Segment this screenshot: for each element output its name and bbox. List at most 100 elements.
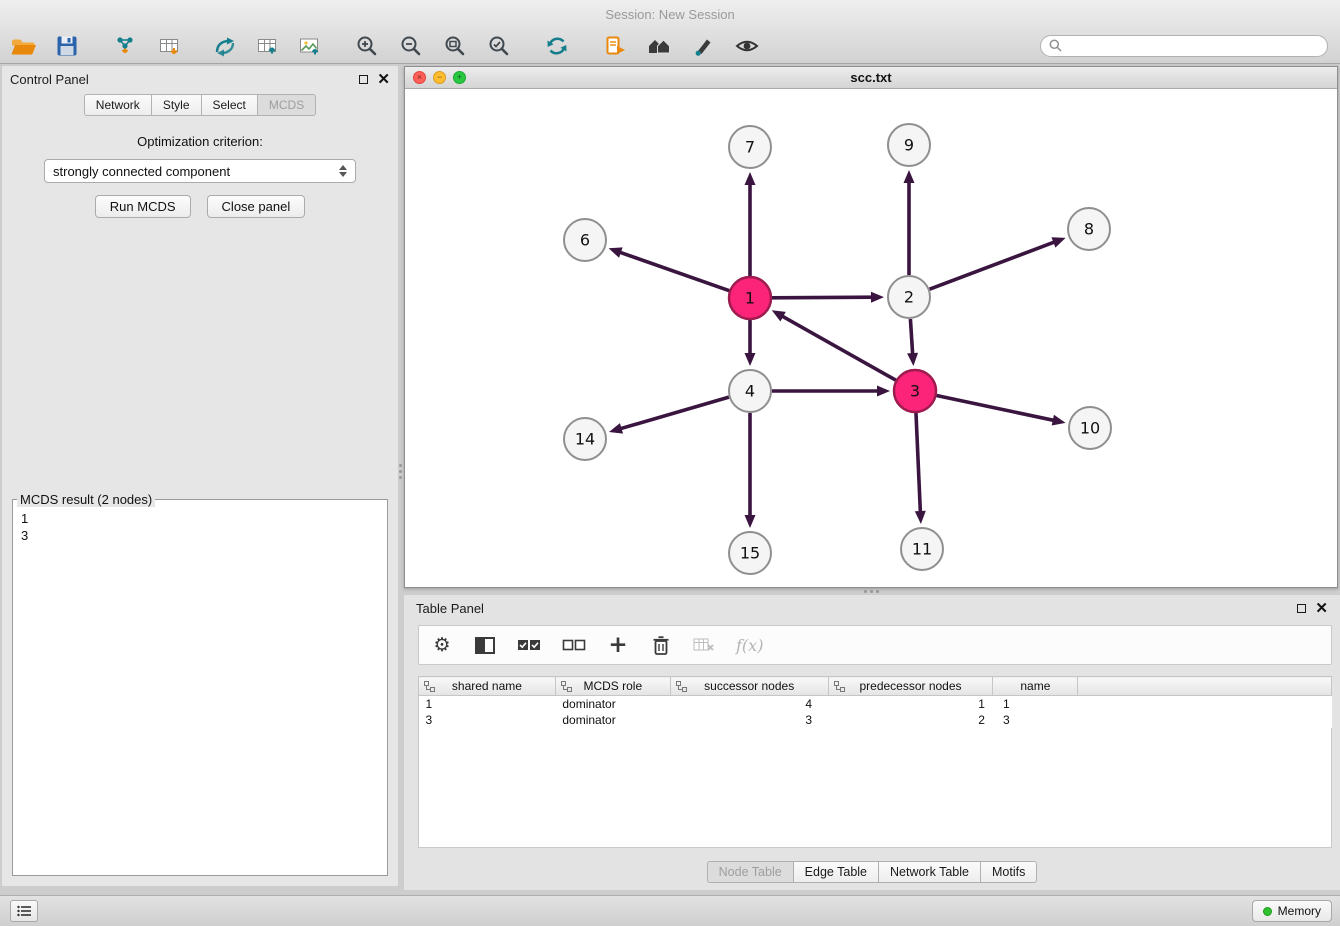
- network-graph[interactable]: 7968124314101511: [405, 89, 1337, 587]
- zoom-selected-icon[interactable]: [484, 31, 514, 61]
- panel-list-button[interactable]: [10, 900, 38, 922]
- table-row[interactable]: 1 dominator 4 1 1: [419, 696, 1332, 712]
- column-type-icon: [676, 681, 687, 695]
- graph-edge-arrow-icon: [745, 353, 756, 366]
- network-canvas[interactable]: 7968124314101511: [405, 89, 1337, 587]
- graph-edge-3-10[interactable]: [937, 396, 1055, 421]
- criterion-dropdown[interactable]: strongly connected component: [44, 159, 356, 183]
- close-panel-icon[interactable]: ✕: [377, 72, 390, 87]
- mcds-result-title: MCDS result (2 nodes): [17, 492, 155, 507]
- horizontal-splitter[interactable]: [404, 588, 1340, 595]
- graph-edge-arrow-icon: [609, 247, 623, 257]
- save-session-icon[interactable]: [52, 31, 82, 61]
- table-toolbar: ⚙ + f(x): [418, 625, 1332, 665]
- search-box[interactable]: [1040, 35, 1328, 57]
- mcds-result-line: 1: [21, 510, 379, 527]
- window-close-icon[interactable]: ×: [413, 71, 426, 84]
- float-panel-icon[interactable]: [359, 75, 368, 84]
- cell-predecessor-nodes[interactable]: 2: [828, 712, 993, 728]
- graph-edge-2-8[interactable]: [930, 242, 1056, 290]
- home-icon[interactable]: [644, 31, 674, 61]
- graph-edge-1-2[interactable]: [772, 297, 873, 298]
- mcds-result-list[interactable]: 1 3: [13, 507, 387, 547]
- table-header-row: shared name MCDS role successor nodes pr…: [419, 677, 1332, 696]
- zoom-fit-icon[interactable]: [440, 31, 470, 61]
- open-session-icon[interactable]: [8, 31, 38, 61]
- cell-shared-name[interactable]: 3: [419, 712, 556, 728]
- graph-edge-1-6[interactable]: [619, 252, 729, 291]
- refresh-icon[interactable]: [542, 31, 572, 61]
- export-table-icon[interactable]: [252, 31, 282, 61]
- memory-button[interactable]: Memory: [1252, 900, 1332, 922]
- graph-edge-3-11[interactable]: [916, 413, 920, 513]
- delete-column-trash-icon[interactable]: [650, 632, 672, 658]
- graph-edge-arrow-icon: [907, 353, 918, 366]
- import-network-icon[interactable]: [110, 31, 140, 61]
- import-table-icon[interactable]: [154, 31, 184, 61]
- table-row[interactable]: 3 dominator 3 2 3: [419, 712, 1332, 728]
- column-header-predecessor-nodes[interactable]: predecessor nodes: [828, 677, 993, 696]
- tab-motifs[interactable]: Motifs: [981, 861, 1037, 883]
- graph-edge-2-3[interactable]: [910, 319, 912, 355]
- zoom-in-icon[interactable]: [352, 31, 382, 61]
- float-table-panel-icon[interactable]: [1297, 604, 1306, 613]
- export-image-icon[interactable]: [294, 31, 324, 61]
- graph-node-label: 6: [580, 231, 590, 250]
- cell-name[interactable]: 3: [993, 712, 1078, 728]
- control-panel-header: Control Panel ✕: [2, 66, 398, 92]
- close-table-panel-icon[interactable]: ✕: [1315, 601, 1328, 616]
- cell-shared-name[interactable]: 1: [419, 696, 556, 712]
- network-window-titlebar: × − + scc.txt: [405, 67, 1337, 89]
- cell-mcds-role[interactable]: dominator: [555, 712, 670, 728]
- run-mcds-button[interactable]: Run MCDS: [95, 195, 191, 218]
- select-all-icon[interactable]: [517, 632, 541, 658]
- cell-filler: [1078, 712, 1332, 728]
- cell-successor-nodes[interactable]: 4: [670, 696, 828, 712]
- function-builder-icon[interactable]: f(x): [736, 632, 763, 658]
- tab-node-table[interactable]: Node Table: [707, 861, 794, 883]
- tab-network-table[interactable]: Network Table: [879, 861, 981, 883]
- add-column-icon[interactable]: +: [607, 632, 629, 658]
- share-document-icon[interactable]: [600, 31, 630, 61]
- graph-edge-arrow-icon: [1052, 415, 1066, 426]
- style-brush-icon[interactable]: [688, 31, 718, 61]
- delete-table-icon[interactable]: [693, 632, 715, 658]
- column-header-shared-name[interactable]: shared name: [419, 677, 556, 696]
- tab-select[interactable]: Select: [202, 94, 258, 116]
- tab-edge-table[interactable]: Edge Table: [794, 861, 879, 883]
- network-window: × − + scc.txt 7968124314101511: [404, 66, 1338, 588]
- show-graphics-eye-icon[interactable]: [732, 31, 762, 61]
- mcds-result-group: MCDS result (2 nodes) 1 3: [12, 492, 388, 876]
- deselect-all-icon[interactable]: [562, 632, 586, 658]
- search-input[interactable]: [1067, 39, 1319, 53]
- tab-mcds[interactable]: MCDS: [258, 94, 316, 116]
- table-panel-tabs: Node Table Edge Table Network Table Moti…: [404, 861, 1340, 883]
- window-minimize-icon[interactable]: −: [433, 71, 446, 84]
- graph-edge-arrow-icon: [877, 386, 890, 397]
- graph-node-label: 7: [745, 138, 755, 157]
- graph-edge-4-14[interactable]: [620, 397, 729, 429]
- table-panel-header: Table Panel ✕: [404, 595, 1340, 621]
- graph-node-label: 2: [904, 288, 914, 307]
- list-icon: [17, 905, 32, 917]
- graph-edge-arrow-icon: [745, 172, 756, 185]
- table-settings-gear-icon[interactable]: ⚙: [431, 632, 453, 658]
- memory-button-label: Memory: [1278, 904, 1321, 918]
- column-header-mcds-role[interactable]: MCDS role: [555, 677, 670, 696]
- cell-mcds-role[interactable]: dominator: [555, 696, 670, 712]
- cell-name[interactable]: 1: [993, 696, 1078, 712]
- tab-style[interactable]: Style: [152, 94, 202, 116]
- cell-successor-nodes[interactable]: 3: [670, 712, 828, 728]
- column-header-successor-nodes[interactable]: successor nodes: [670, 677, 828, 696]
- zoom-out-icon[interactable]: [396, 31, 426, 61]
- network-share-icon[interactable]: [210, 31, 240, 61]
- tab-network[interactable]: Network: [84, 94, 152, 116]
- column-header-name[interactable]: name: [993, 677, 1078, 696]
- window-zoom-icon[interactable]: +: [453, 71, 466, 84]
- graph-edge-3-1[interactable]: [781, 316, 895, 381]
- main-toolbar: [0, 28, 1340, 63]
- application-window: Session: New Session: [0, 0, 1340, 926]
- cell-predecessor-nodes[interactable]: 1: [828, 696, 993, 712]
- show-columns-icon[interactable]: [474, 632, 496, 658]
- close-panel-button[interactable]: Close panel: [207, 195, 306, 218]
